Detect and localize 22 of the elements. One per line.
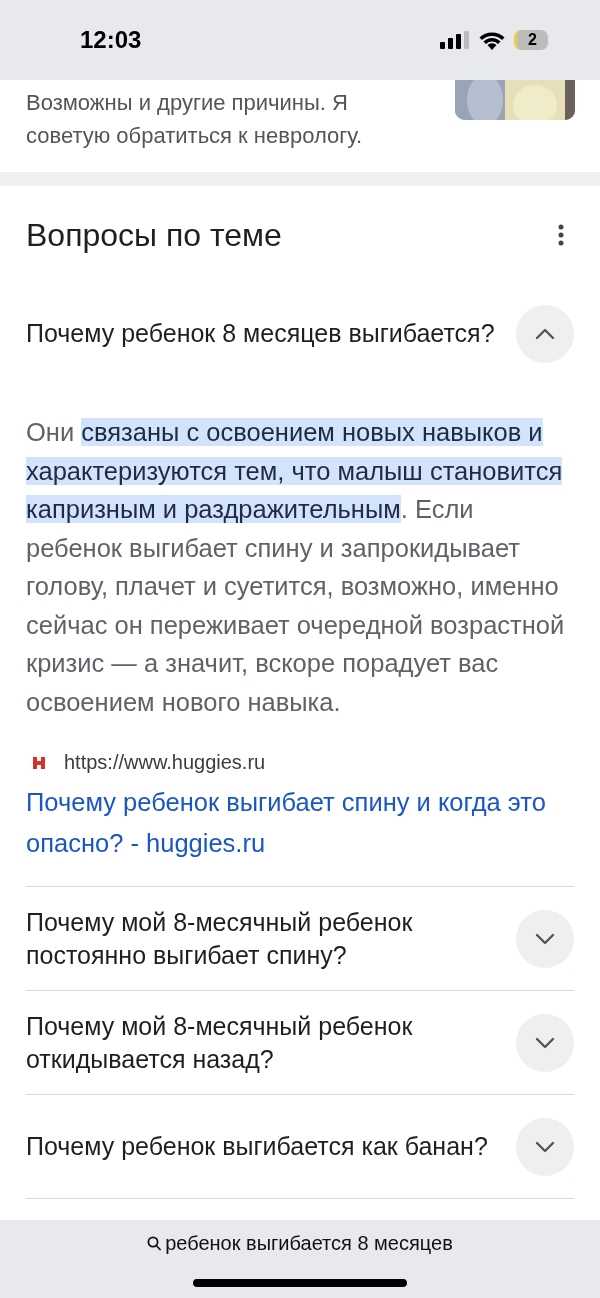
- source-link[interactable]: Почему ребенок выгибает спину и когда это опасно? - huggies.ru: [26, 782, 574, 864]
- answer-text: Они связаны с освоением новых навыков и характеризуются тем, что малыш становится капризным и раздражительным. Если ребенок выгибает спину и запрокидывает голову, плачет и суетится, возможно, именно сейчас он переживает очередной возрастной кризис — а значит, вскоре порадует вас освоением нового навыка.: [26, 417, 566, 718]
- question-text[interactable]: Почему мой 8-месячный ребенок откидывается назад?: [26, 1009, 496, 1076]
- chevron-down-icon: [535, 1036, 555, 1049]
- snippet-text: Возможны и другие причины. Я советую обратиться к неврологу.: [26, 89, 364, 150]
- chevron-up-icon: [535, 327, 555, 340]
- question-text[interactable]: Почему мой 8-месячный ребенок постоянно выгибает спину?: [26, 905, 496, 972]
- search-query[interactable]: ребенок выгибается 8 месяцев: [165, 1232, 453, 1255]
- battery-indicator: 2: [514, 30, 548, 50]
- more-icon[interactable]: [558, 224, 564, 246]
- question-text[interactable]: Почему ребенок 8 месяцев выгибается?: [26, 317, 496, 350]
- home-indicator[interactable]: [193, 1279, 407, 1287]
- signal-icon: [440, 31, 471, 49]
- section-title: Вопросы по теме: [26, 216, 282, 254]
- site-icon: [32, 755, 46, 770]
- chevron-down-icon: [535, 932, 555, 945]
- chevron-down-icon: [535, 1140, 555, 1153]
- status-time: 12:03: [80, 26, 142, 54]
- source-url: https://www.huggies.ru: [64, 751, 266, 774]
- question-text[interactable]: Почему ребенок выгибается как банан?: [26, 1130, 496, 1163]
- search-icon: [147, 1236, 162, 1251]
- wifi-icon: [479, 30, 506, 50]
